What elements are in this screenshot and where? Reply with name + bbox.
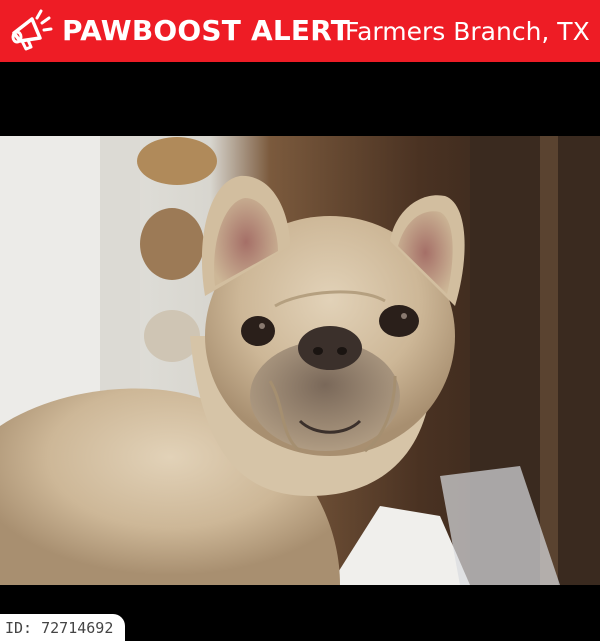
pet-photo [0, 136, 600, 585]
alert-card: PAWBOOST ALERT Farmers Branch, TX ID: 72… [0, 0, 600, 641]
pet-id-badge: ID: 72714692 [0, 614, 126, 641]
pet-id-label: ID: 72714692 [5, 618, 114, 637]
megaphone-icon [11, 9, 53, 51]
alert-header: PAWBOOST ALERT Farmers Branch, TX [0, 0, 600, 62]
alert-location: Farmers Branch, TX [345, 17, 590, 46]
dog-image [0, 136, 600, 585]
brand-title: PAWBOOST ALERT [62, 14, 351, 47]
